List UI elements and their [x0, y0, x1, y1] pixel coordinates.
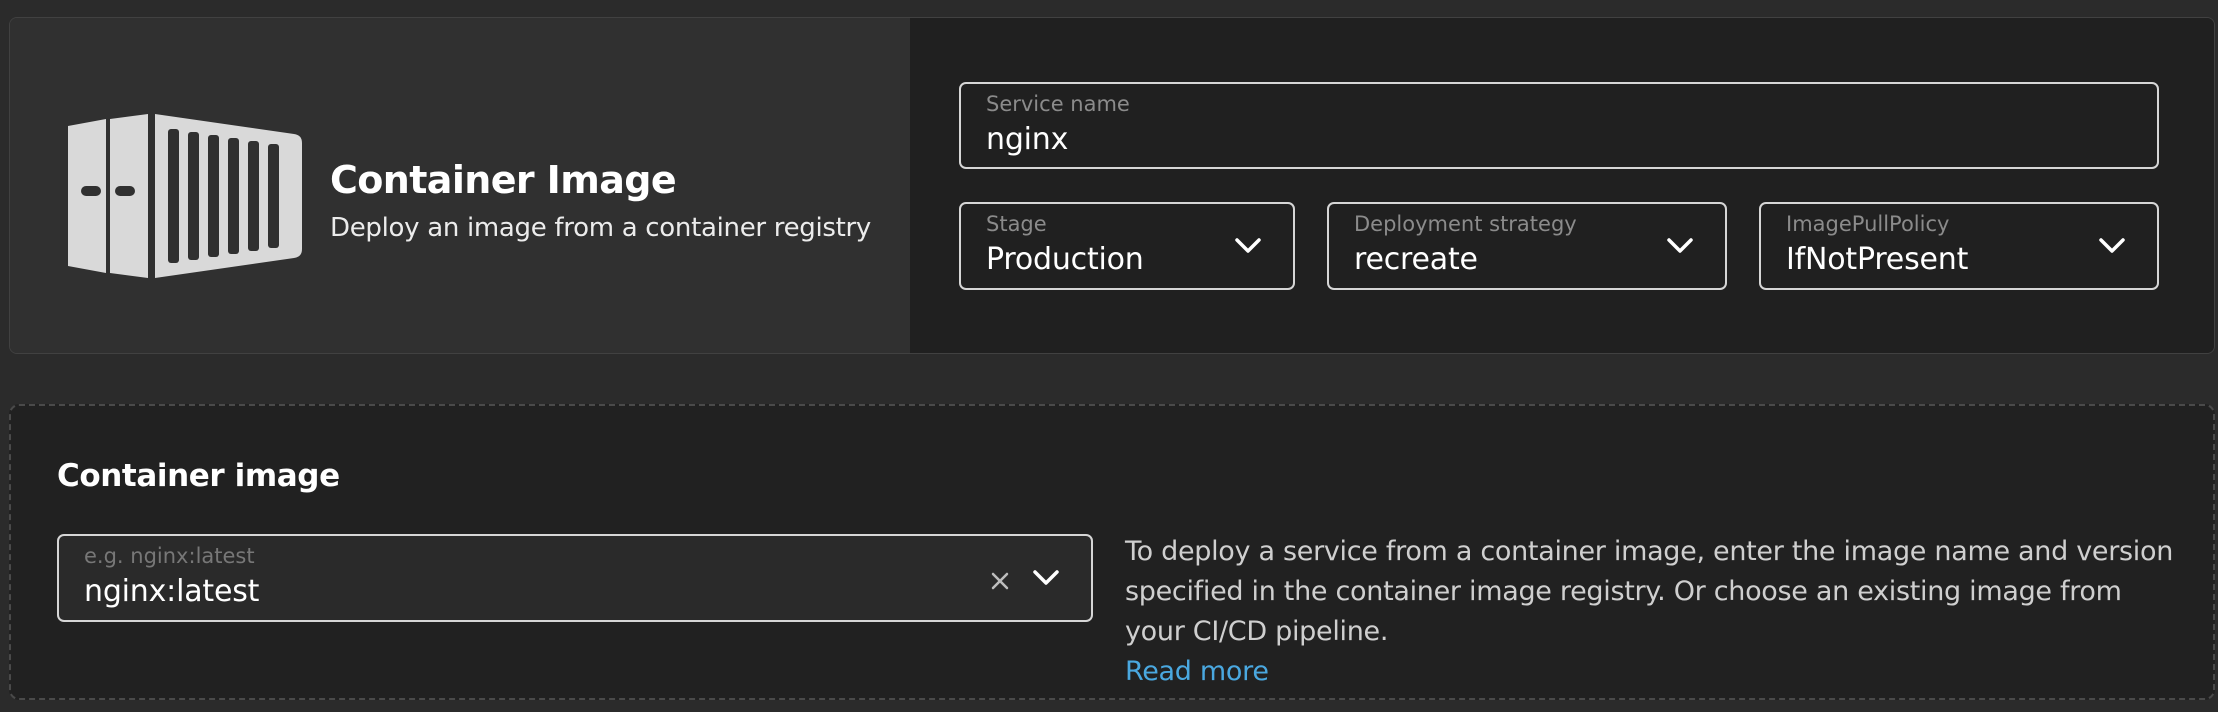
hero-text: Container Image Deploy an image from a c…: [330, 158, 871, 244]
service-header-card: Container Image Deploy an image from a c…: [9, 17, 2215, 354]
service-name-value[interactable]: nginx: [986, 122, 1068, 158]
read-more-link[interactable]: Read more: [1125, 656, 1269, 687]
close-icon[interactable]: [989, 570, 1011, 592]
deployment-strategy-select[interactable]: Deployment strategy recreate: [1327, 202, 1727, 290]
page-subtitle: Deploy an image from a container registr…: [330, 213, 872, 243]
container-image-title: Container image: [57, 458, 340, 494]
page-title: Container Image: [330, 158, 677, 202]
container-image-help: To deploy a service from a container ima…: [1125, 532, 2185, 692]
image-pull-policy-select[interactable]: ImagePullPolicy IfNotPresent: [1759, 202, 2159, 290]
deployment-strategy-label: Deployment strategy: [1354, 212, 1577, 236]
container-image-input[interactable]: e.g. nginx:latest nginx:latest: [57, 534, 1093, 622]
hero-panel: Container Image Deploy an image from a c…: [10, 18, 910, 353]
container-icon: [68, 114, 302, 278]
service-config-panel: Service name nginx Stage Production Depl…: [910, 18, 2214, 353]
chevron-down-icon[interactable]: [1233, 234, 1263, 256]
service-name-field[interactable]: Service name nginx: [959, 82, 2159, 169]
stage-value: Production: [986, 242, 1144, 277]
container-image-value[interactable]: nginx:latest: [84, 574, 259, 610]
image-pull-policy-label: ImagePullPolicy: [1786, 212, 1950, 236]
chevron-down-icon[interactable]: [2097, 234, 2127, 256]
service-name-label: Service name: [986, 92, 1130, 116]
image-pull-policy-value: IfNotPresent: [1786, 242, 1969, 277]
container-image-card: Container image e.g. nginx:latest nginx:…: [9, 404, 2215, 700]
stage-select[interactable]: Stage Production: [959, 202, 1295, 290]
help-text: To deploy a service from a container ima…: [1125, 536, 2174, 647]
chevron-down-icon[interactable]: [1031, 566, 1061, 588]
stage-label: Stage: [986, 212, 1047, 236]
chevron-down-icon[interactable]: [1665, 234, 1695, 256]
deployment-strategy-value: recreate: [1354, 242, 1478, 277]
container-image-placeholder: e.g. nginx:latest: [84, 544, 255, 568]
